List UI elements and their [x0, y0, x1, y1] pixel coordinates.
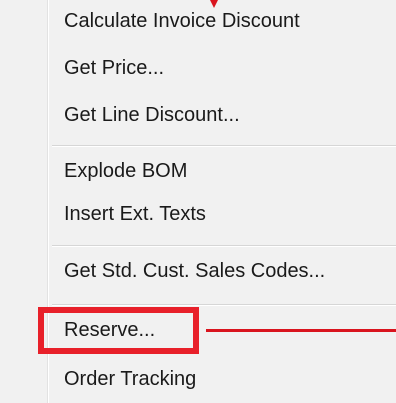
menu-item-get-price[interactable]: Get Price... [64, 55, 164, 81]
menu-item-explode-bom[interactable]: Explode BOM [64, 158, 187, 184]
context-menu: Calculate Invoice Discount Get Price... … [0, 0, 396, 403]
menu-item-get-line-discount[interactable]: Get Line Discount... [64, 102, 240, 128]
menu-separator-highlight [52, 305, 396, 306]
annotation-highlight-box [38, 307, 199, 354]
menu-item-calculate-invoice-discount[interactable]: Calculate Invoice Discount [64, 8, 300, 34]
callout-arrow-icon [207, 0, 221, 8]
menu-item-insert-ext-texts[interactable]: Insert Ext. Texts [64, 201, 206, 227]
menu-separator-highlight [52, 246, 396, 247]
menu-item-order-tracking[interactable]: Order Tracking [64, 366, 196, 392]
annotation-pointer-line [206, 329, 396, 332]
menu-separator-highlight [52, 146, 396, 147]
menu-item-get-std-cust-sales-codes[interactable]: Get Std. Cust. Sales Codes... [64, 258, 325, 284]
